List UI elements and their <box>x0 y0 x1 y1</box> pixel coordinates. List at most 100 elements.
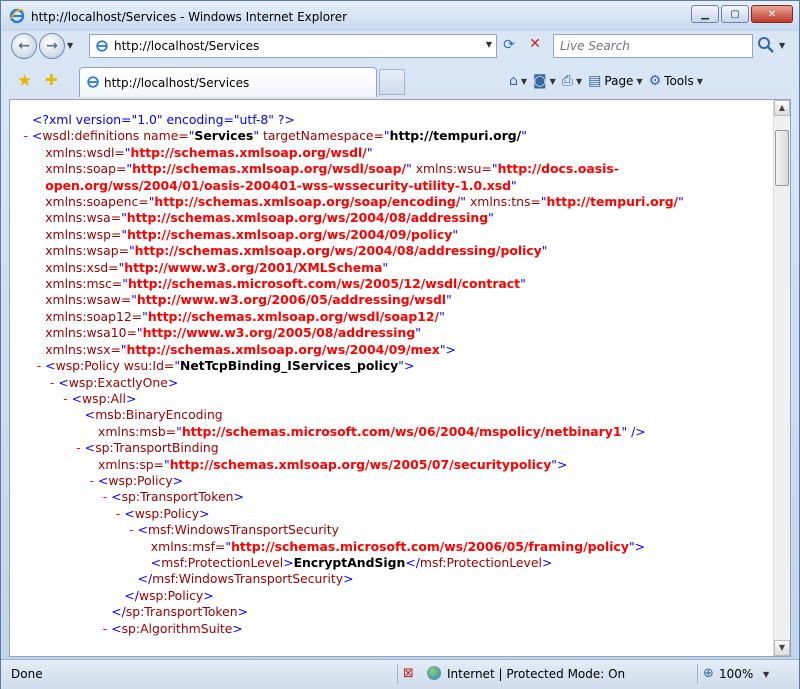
xml-line[interactable]: - <wsdl:definitions name="Services" targe… <box>10 128 774 144</box>
xml-token: http://schemas.microsoft.com/ws/2006/05/… <box>231 538 629 554</box>
xml-view: <?xml version="1.0" encoding="utf-8" ?> -… <box>10 100 774 656</box>
xml-token: > <box>203 587 214 603</box>
xml-line[interactable]: - <wsp:All> <box>10 391 774 407</box>
xml-line[interactable]: - <wsp:Policy> <box>10 506 774 522</box>
maximize-button[interactable]: ▢ <box>721 5 749 23</box>
page-content[interactable]: <?xml version="1.0" encoding="utf-8" ?> -… <box>9 99 791 657</box>
scrollbar-thumb[interactable] <box>775 130 789 186</box>
page-menu-label: Page <box>604 74 634 88</box>
xml-line[interactable]: - <wsp:Policy wsu:Id="NetTcpBinding_IServ… <box>10 358 774 374</box>
collapse-toggle[interactable]: - <box>62 391 72 407</box>
close-button[interactable]: ✕ <box>751 5 793 23</box>
search-box[interactable] <box>553 34 753 58</box>
address-dropdown-icon[interactable]: ▼ <box>486 40 492 49</box>
xml-token: http://www.w3.org/2005/08/addressing <box>142 325 416 341</box>
vertical-scrollbar[interactable]: ▲ ▼ <box>773 100 790 656</box>
home-icon: ⌂ <box>509 73 518 89</box>
xml-line: </wsp:Policy> <box>10 588 774 604</box>
page-menu-button[interactable]: ▤ Page ▼ <box>588 73 642 89</box>
xml-line[interactable]: - <wsp:Policy> <box>10 473 774 489</box>
search-dropdown-icon[interactable]: ▼ <box>779 41 785 50</box>
search-input[interactable] <box>560 38 740 54</box>
collapse-toggle[interactable]: - <box>48 375 58 391</box>
gear-icon: ⚙ <box>648 73 662 89</box>
address-bar[interactable]: ▼ <box>89 34 497 58</box>
xml-token: " <box>488 210 494 226</box>
xml-token: http://docs.oasis- <box>497 161 619 177</box>
collapse-toggle[interactable]: - <box>101 621 111 637</box>
collapse-toggle[interactable]: - <box>35 358 45 374</box>
xml-token: > <box>283 554 294 570</box>
collapse-toggle[interactable]: - <box>101 489 111 505</box>
tools-menu-button[interactable]: ⚙ Tools ▼ <box>649 73 703 89</box>
xml-line[interactable]: - <wsp:ExactlyOne> <box>10 375 774 391</box>
add-favorites-icon[interactable]: ✚ <box>45 71 58 89</box>
collapse-toggle[interactable]: - <box>75 440 85 456</box>
scroll-up-icon[interactable]: ▲ <box>774 100 790 116</box>
print-button[interactable]: ⎙ ▼ <box>562 73 582 89</box>
xml-token: > <box>167 374 179 390</box>
forward-button[interactable]: → <box>39 33 65 59</box>
ie-page-icon <box>96 40 108 52</box>
xml-token: http://schemas.xmlsoap.org/wsdl/ <box>130 144 367 160</box>
collapse-toggle[interactable]: - <box>88 473 98 489</box>
recent-pages-dropdown-icon[interactable]: ▼ <box>67 41 73 50</box>
xml-line: xmlns:wsap= "http://schemas.xmlsoap.org/w… <box>10 243 774 259</box>
xml-token: </ <box>137 571 153 587</box>
collapse-toggle[interactable]: - <box>128 522 138 538</box>
xml-line[interactable]: - <msf:WindowsTransportSecurity <box>10 522 774 538</box>
xml-token: http://tempuri.org/ <box>389 128 522 144</box>
back-button[interactable]: ← <box>11 33 37 59</box>
xml-token: sp:TransportToken <box>121 489 234 505</box>
collapse-toggle[interactable]: - <box>22 128 32 144</box>
xml-token: http://schemas.xmlsoap.org/wsdl/soap12/ <box>147 308 440 324</box>
security-zone[interactable]: Internet | Protected Mode: On <box>447 667 625 681</box>
xml-token: http://schemas.xmlsoap.org/wsdl/soap/ <box>132 161 407 177</box>
home-button[interactable]: ⌂ ▼ <box>509 73 527 89</box>
stop-icon[interactable]: ✕ <box>525 36 545 56</box>
favorites-star-icon[interactable]: ★ <box>17 71 32 91</box>
xml-token: " <box>366 144 373 160</box>
zoom-level[interactable]: 100% <box>719 667 753 681</box>
xml-token: wsp:ExactlyOne <box>68 374 168 390</box>
printer-icon: ⎙ <box>561 73 573 89</box>
xml-token: < <box>32 128 43 144</box>
xml-token: < <box>111 620 122 636</box>
xml-line: <msb:BinaryEncoding <box>10 407 774 423</box>
status-bar: Done ⊠ Internet | Protected Mode: On ⊕ 1… <box>1 659 799 689</box>
xml-token: http://tempuri.org/ <box>546 194 679 210</box>
tab-label: http://localhost/Services <box>104 76 250 90</box>
title-bar[interactable]: http://localhost/Services - Windows Inte… <box>1 1 799 31</box>
xml-line: </msf:WindowsTransportSecurity> <box>10 571 774 587</box>
collapse-toggle[interactable]: - <box>114 506 124 522</box>
xml-line: xmlns:xsd= "http://www.w3.org/2001/XMLSch… <box>10 260 774 276</box>
xml-token: " /> <box>621 423 646 439</box>
tab-current[interactable]: http://localhost/Services <box>79 67 377 97</box>
xml-line[interactable]: - <sp:AlgorithmSuite> <box>10 621 774 637</box>
xml-token: http://schemas.xmlsoap.org/soap/encoding… <box>154 194 461 210</box>
xml-token: > <box>172 472 184 488</box>
xml-token: "> <box>551 456 568 472</box>
xml-line[interactable]: - <sp:TransportToken> <box>10 489 774 505</box>
refresh-icon[interactable]: ⟳ <box>499 37 519 57</box>
xml-token: wsp:All <box>81 390 126 406</box>
xml-token: xmlns:sp= <box>98 456 165 472</box>
xml-token: msf:WindowsTransportSecurity <box>147 522 339 538</box>
address-toolbar: ← → ▼ ▼ ⟳ ✕ ▼ <box>1 31 799 63</box>
xml-token: " <box>446 292 452 308</box>
xml-line: xmlns:wsp= "http://schemas.xmlsoap.org/ws… <box>10 227 774 243</box>
xml-line[interactable]: - <sp:TransportBinding <box>10 440 774 456</box>
new-tab-button[interactable] <box>379 69 405 95</box>
minimize-button[interactable]: ▁ <box>691 5 719 23</box>
scroll-down-icon[interactable]: ▼ <box>774 640 790 656</box>
zoom-dropdown-icon[interactable]: ▼ <box>763 670 769 679</box>
address-input[interactable] <box>114 38 474 54</box>
tab-row: ★ ✚ http://localhost/Services ⌂ ▼ ◙ ▼ ⎙ ▼ ▤… <box>1 65 799 97</box>
xml-token: sp:AlgorithmSuite <box>121 620 233 636</box>
blocked-content-icon[interactable]: ⊠ <box>403 666 419 682</box>
xml-token: xmlns:soap= <box>45 161 127 177</box>
zoom-icon[interactable]: ⊕ <box>703 666 714 681</box>
feeds-button[interactable]: ◙ ▼ <box>533 73 556 89</box>
search-icon[interactable] <box>757 36 775 54</box>
xml-token: sp:TransportToken <box>125 604 238 620</box>
